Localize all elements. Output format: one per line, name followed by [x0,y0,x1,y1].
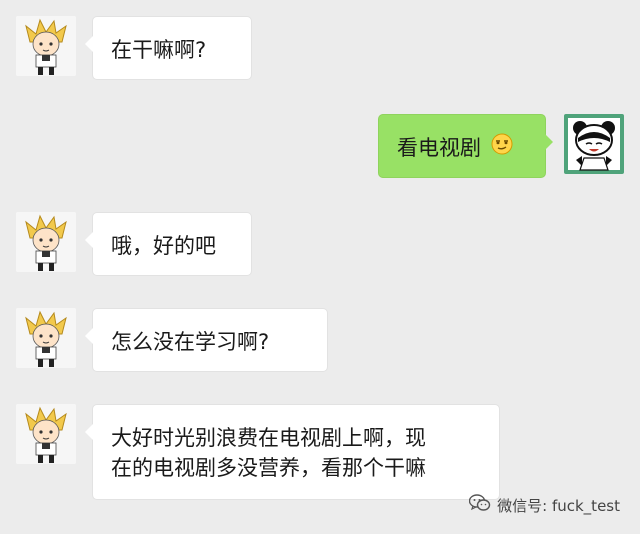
blond-character-avatar-icon [16,212,76,272]
contact-avatar[interactable] [16,308,76,368]
message-text: 看电视剧 [397,136,481,160]
blond-character-avatar-icon [16,308,76,368]
blond-character-avatar-icon [16,16,76,76]
message-text: 怎么没在学习啊? [111,330,270,354]
incoming-message-bubble[interactable]: 在干嘛啊? [85,16,252,80]
incoming-message-bubble[interactable]: 大好时光别浪费在电视剧上啊，现 在的电视剧多没营养，看那个干嘛 [85,404,500,500]
watermark-text: 微信号: fuck_test [497,496,620,515]
blond-character-avatar-icon [16,404,76,464]
smirk-emoji-icon [490,132,514,164]
contact-avatar[interactable] [16,16,76,76]
message-text-line: 在的电视剧多没营养，看那个干嘛 [111,456,426,480]
contact-avatar[interactable] [16,212,76,272]
panda-character-avatar-icon [564,114,624,174]
message-text: 哦，好的吧 [111,234,216,258]
incoming-message-bubble[interactable]: 哦，好的吧 [85,212,252,276]
watermark: 微信号: fuck_test [468,494,620,516]
outgoing-message-bubble[interactable]: 看电视剧 [378,114,553,178]
contact-avatar[interactable] [16,404,76,464]
message-text: 在干嘛啊? [111,38,207,62]
incoming-message-bubble[interactable]: 怎么没在学习啊? [85,308,328,372]
wechat-icon [468,494,491,516]
message-text-line: 大好时光别浪费在电视剧上啊，现 [111,426,426,450]
self-avatar[interactable] [564,114,624,174]
